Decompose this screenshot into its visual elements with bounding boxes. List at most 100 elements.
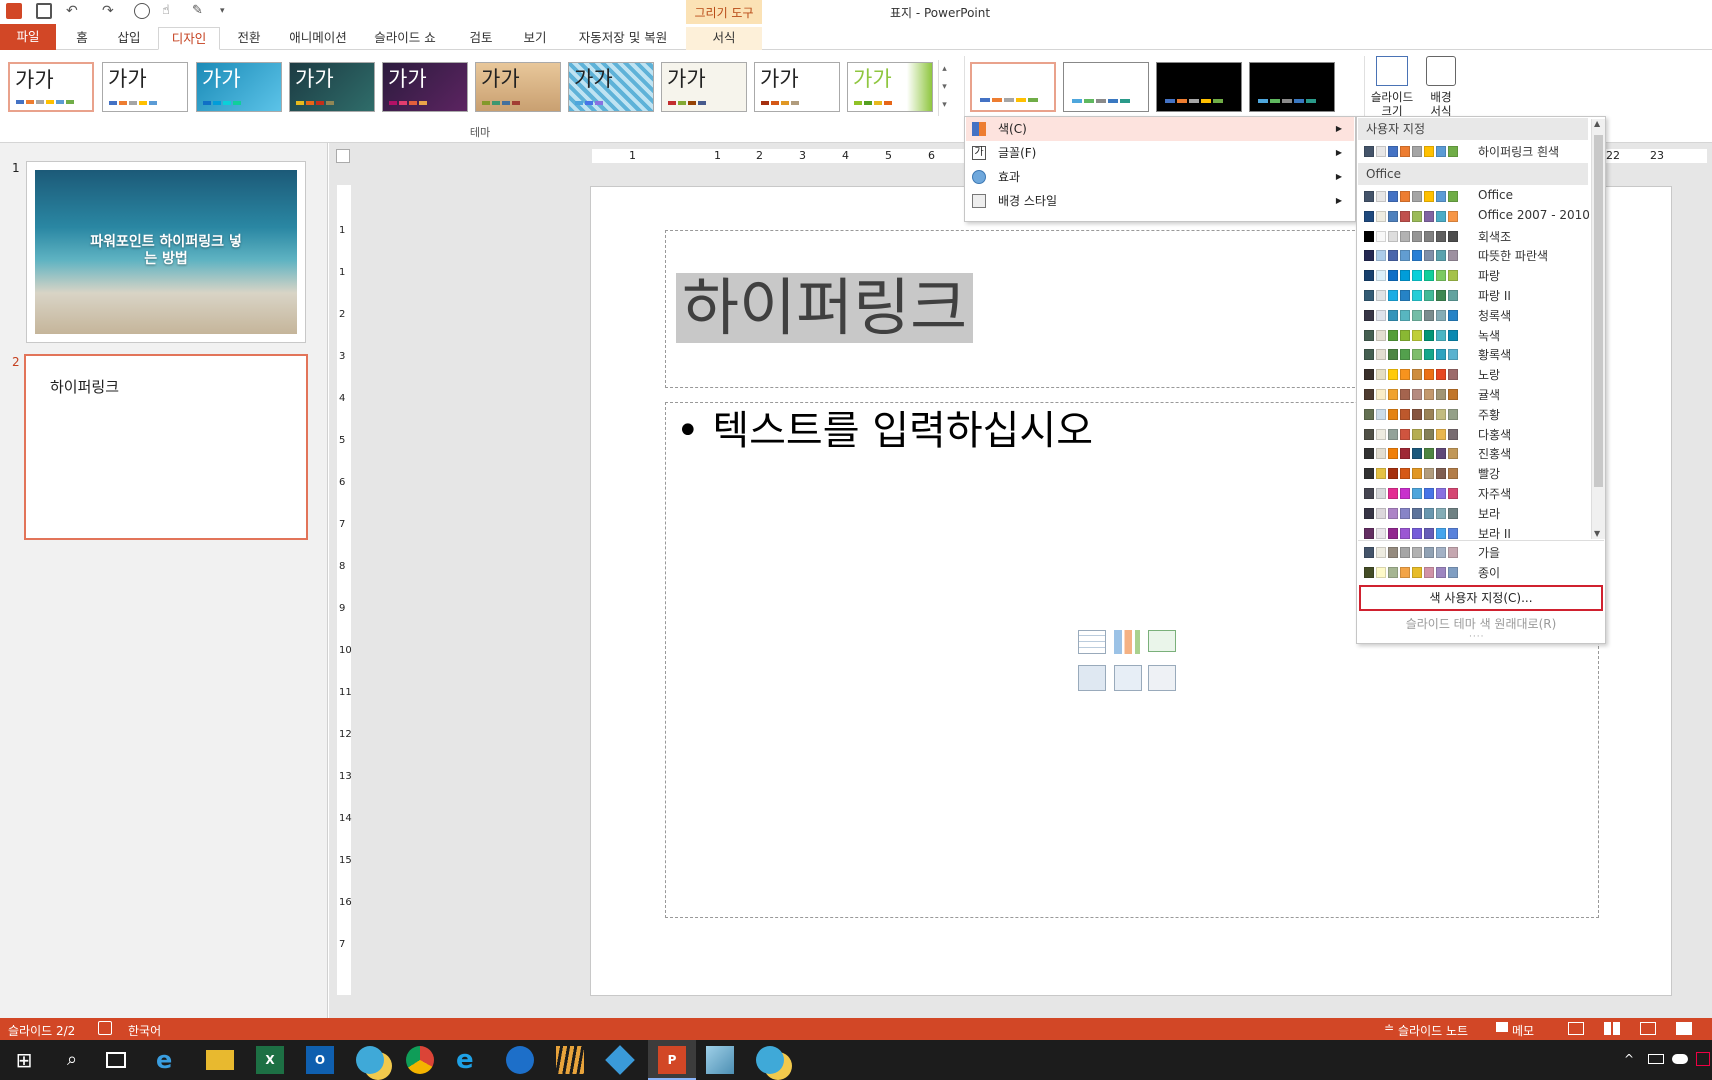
online-pictures-icon[interactable] [1114,665,1142,691]
theme-facet-blue[interactable]: 가가 [196,62,282,112]
excel-icon[interactable]: X [256,1046,284,1074]
pinned-app-icon[interactable] [556,1046,584,1074]
variant-4[interactable] [1249,62,1335,112]
slide-title[interactable]: 하이퍼링크 [676,273,974,343]
format-painter-icon[interactable]: ✎ [192,3,208,19]
color-scheme-item[interactable]: 따뜻한 파란색 [1358,245,1588,265]
notes-button[interactable]: 슬라이드 노트 [1398,1022,1468,1039]
tab-home[interactable]: 홈 [66,27,98,50]
variant-1[interactable] [970,62,1056,112]
slide-sorter-icon[interactable] [1604,1022,1620,1035]
tab-format[interactable]: 서식 [686,27,762,50]
insert-picture-icon[interactable] [1078,665,1106,691]
reading-view-icon[interactable] [1640,1022,1656,1035]
normal-view-icon[interactable] [1568,1022,1584,1035]
variant-2[interactable] [1063,62,1149,112]
comments-button[interactable]: 메모 [1512,1022,1534,1039]
spell-check-icon[interactable] [98,1021,112,1035]
slide-thumbnail-2[interactable]: 하이퍼링크 [24,354,308,540]
file-explorer-icon[interactable] [206,1050,234,1070]
color-scheme-item[interactable]: 노랑 [1358,364,1588,384]
menu-item-background-styles[interactable]: 배경 스타일 ▶ [966,189,1354,213]
color-scheme-item[interactable]: Office 2007 - 2010 [1358,206,1590,226]
color-scheme-item[interactable]: 귤색 [1358,384,1588,404]
variant-3[interactable] [1156,62,1242,112]
theme-organic[interactable]: 가가 [475,62,561,112]
present-icon[interactable] [134,3,150,19]
chat-app-icon[interactable] [756,1046,784,1074]
comments-icon[interactable] [1496,1022,1508,1032]
menu-item-effects[interactable]: 효과 ▶ [966,165,1354,189]
tab-design[interactable]: 디자인 [158,27,220,50]
customize-qat-icon[interactable]: ▾ [220,3,236,19]
touch-mode-icon[interactable]: ☝ [162,3,178,19]
scroll-up-icon[interactable]: ▲ [1594,119,1600,128]
undo-icon[interactable]: ↶ [66,3,82,19]
onedrive-icon[interactable] [1672,1054,1688,1064]
color-scheme-item[interactable]: 파랑 [1358,265,1588,285]
tab-autosave-recovery[interactable]: 자동저장 및 복원 [570,27,676,50]
tab-insert[interactable]: 삽입 [108,27,150,50]
theme-wisp[interactable]: 가가 [754,62,840,112]
color-scheme-item[interactable]: 빨강 [1358,463,1588,483]
body-text[interactable]: • 텍스트를 입력하십시오 [676,403,1093,459]
theme-gallery-scroll[interactable]: ▴ ▾ ▾ [938,60,950,116]
start-icon[interactable]: ⊞ [10,1046,38,1074]
pinned-app-icon[interactable] [706,1046,734,1074]
format-background-button[interactable]: 배경 서식 [1424,90,1458,118]
color-scheme-item[interactable]: Office [1358,186,1588,206]
scroll-down-icon[interactable]: ▼ [1594,529,1600,538]
pinned-app-icon[interactable] [605,1045,635,1075]
save-icon[interactable] [36,3,52,19]
slide-size-button[interactable]: 슬라이드 크기 [1366,90,1418,118]
theme-ion-purple[interactable]: 가가 [382,62,468,112]
slide-thumbnail-1[interactable]: 파워포인트 하이퍼링크 넣는 방법 [26,161,306,343]
notes-icon[interactable]: ≐ [1384,1021,1394,1035]
internet-explorer-icon[interactable]: e [456,1046,484,1074]
tab-review[interactable]: 검토 [460,27,502,50]
theme-facet-green[interactable]: 가가 [847,62,933,112]
customize-colors-item[interactable]: 색 사용자 지정(C)... [1359,585,1603,611]
chrome-icon[interactable] [406,1046,434,1074]
color-scheme-item[interactable]: 황록색 [1358,344,1588,364]
color-scheme-item[interactable]: 보라 [1358,503,1588,523]
insert-video-icon[interactable] [1148,665,1176,691]
tab-file[interactable]: 파일 [0,24,56,50]
language-indicator[interactable]: 한국어 [128,1022,161,1039]
color-scheme-item[interactable]: 다홍색 [1358,424,1588,444]
theme-office-2[interactable]: 가가 [102,62,188,112]
submenu-scrollbar[interactable]: ▲ ▼ [1591,119,1605,539]
color-scheme-item[interactable]: 청록색 [1358,305,1588,325]
edge-icon[interactable]: e [156,1046,184,1074]
color-scheme-item[interactable]: 진홍색 [1358,443,1588,463]
theme-ion-teal[interactable]: 가가 [289,62,375,112]
color-scheme-item[interactable]: 회색조 [1358,226,1588,246]
search-icon[interactable]: ⌕ [58,1046,86,1074]
resize-grip-icon[interactable]: ···· [1469,632,1484,642]
vertical-ruler[interactable]: 1 1 2 3 4 5 6 7 8 9 10 11 12 13 14 15 16 7 [337,185,352,995]
color-scheme-item[interactable]: 녹색 [1358,325,1588,345]
color-scheme-custom[interactable]: 하이퍼링크 흰색 [1358,141,1588,161]
insert-table-icon[interactable] [1078,630,1106,654]
pinned-app-icon[interactable] [506,1046,534,1074]
theme-office[interactable]: 가가 [8,62,94,112]
chat-app-icon[interactable] [356,1046,384,1074]
tab-transitions[interactable]: 전환 [228,27,270,50]
theme-retrospect[interactable]: 가가 [568,62,654,112]
redo-icon[interactable]: ↷ [102,3,118,19]
color-scheme-item[interactable]: 가을 [1358,542,1588,562]
tray-chevron-icon[interactable]: ^ [1624,1052,1634,1066]
network-icon[interactable] [1648,1054,1664,1064]
tab-slideshow[interactable]: 슬라이드 쇼 [370,27,440,50]
color-scheme-item[interactable]: 파랑 II [1358,285,1588,305]
title-placeholder[interactable]: 하이퍼링크 [665,230,1365,388]
menu-item-fonts[interactable]: 가 글꼴(F) ▶ [966,141,1354,165]
color-scheme-item[interactable]: 자주색 [1358,483,1588,503]
task-view-icon[interactable] [106,1052,126,1068]
format-background-icon[interactable] [1426,56,1456,86]
color-scheme-item[interactable]: 주황 [1358,404,1588,424]
tab-stop-selector[interactable] [336,149,350,163]
color-scheme-item[interactable]: 종이 [1358,562,1588,582]
scroll-thumb[interactable] [1594,135,1603,487]
color-scheme-item[interactable]: 보라 II [1358,523,1588,543]
